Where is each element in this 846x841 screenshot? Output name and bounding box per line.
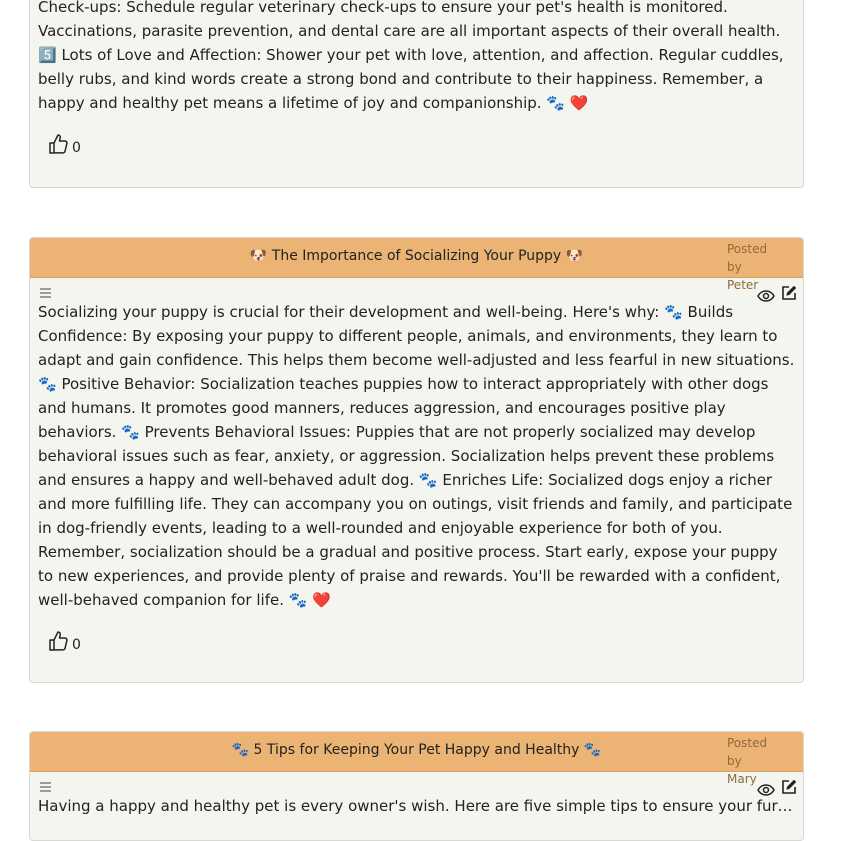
edit-icon[interactable] (781, 779, 797, 799)
like-count: 0 (72, 140, 81, 156)
posted-by-label: Posted by (727, 736, 768, 768)
post-card: 🐶 The Importance of Socializing Your Pup… (29, 237, 804, 683)
post-title: 🐾 5 Tips for Keeping Your Pet Happy and … (231, 742, 602, 758)
post-body-text: Check-ups: Schedule regular veterinary c… (38, 0, 784, 112)
post-header: 🐾 5 Tips for Keeping Your Pet Happy and … (30, 732, 803, 786)
like-count: 0 (72, 637, 81, 653)
menu-icon[interactable] (40, 288, 51, 300)
post-body-text: Having a happy and healthy pet is every … (38, 797, 803, 815)
post-body: Socializing your puppy is crucial for th… (30, 300, 803, 612)
post-card: Check-ups: Schedule regular veterinary c… (29, 0, 804, 188)
post-body-text: Socializing your puppy is crucial for th… (38, 303, 795, 609)
post-body: Check-ups: Schedule regular veterinary c… (30, 0, 803, 115)
edit-icon[interactable] (781, 285, 797, 305)
menu-icon[interactable] (40, 782, 51, 794)
like-row: 0 (30, 115, 803, 165)
post-toolbar (30, 772, 803, 796)
post-card: 🐾 5 Tips for Keeping Your Pet Happy and … (29, 731, 804, 841)
posted-by-label: Posted by (727, 242, 768, 274)
post-body: Having a happy and healthy pet is every … (30, 794, 803, 818)
thumbs-up-icon[interactable] (48, 630, 68, 656)
post-toolbar (30, 278, 803, 302)
like-row: 0 (30, 612, 803, 662)
eye-icon[interactable] (757, 287, 775, 306)
post-header: 🐶 The Importance of Socializing Your Pup… (30, 238, 803, 292)
thumbs-up-icon[interactable] (48, 133, 68, 159)
post-title: 🐶 The Importance of Socializing Your Pup… (249, 248, 584, 264)
eye-icon[interactable] (757, 781, 775, 800)
